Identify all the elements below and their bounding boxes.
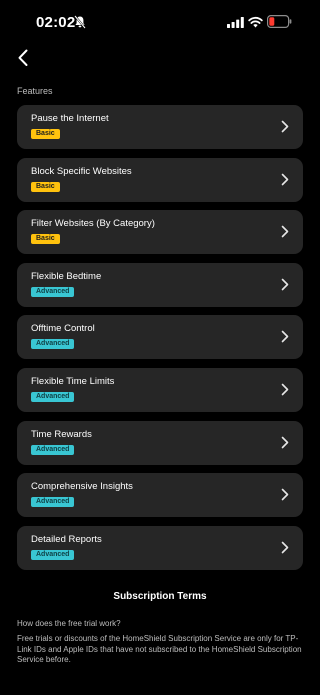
tier-badge: Basic — [31, 181, 60, 192]
wifi-icon — [248, 16, 263, 28]
back-button[interactable] — [12, 46, 36, 70]
feature-card[interactable]: Pause the Internet Basic — [17, 105, 303, 149]
chevron-right-icon — [281, 120, 289, 133]
feature-title: Block Specific Websites — [31, 165, 132, 177]
tier-badge: Advanced — [31, 286, 75, 297]
bell-off-icon — [74, 15, 86, 29]
tier-badge: Advanced — [31, 391, 75, 402]
tier-badge: Advanced — [31, 497, 75, 508]
feature-card[interactable]: Filter Websites (By Category) Basic — [17, 210, 303, 255]
chevron-right-icon — [281, 383, 289, 396]
feature-card[interactable]: Offtime Control Advanced — [17, 315, 303, 360]
feature-card[interactable]: Block Specific Websites Basic — [17, 157, 303, 202]
feature-title: Offtime Control — [31, 323, 95, 335]
feature-card[interactable]: Flexible Bedtime Advanced — [17, 262, 303, 307]
feature-card[interactable]: Time Rewards Advanced — [17, 420, 303, 465]
feature-title: Pause the Internet — [31, 113, 109, 124]
chevron-right-icon — [281, 225, 289, 238]
feature-card[interactable]: Comprehensive Insights Advanced — [17, 473, 303, 518]
subscription-terms-link[interactable]: Subscription Terms — [0, 591, 320, 602]
chevron-right-icon — [281, 541, 289, 554]
feature-title: Flexible Bedtime — [31, 270, 102, 282]
status-time: 02:02 — [36, 14, 76, 31]
feature-title: Filter Websites (By Category) — [31, 218, 155, 230]
battery-icon — [267, 15, 292, 28]
chevron-right-icon — [281, 488, 289, 501]
feature-title: Flexible Time Limits — [31, 375, 115, 387]
tier-badge: Advanced — [31, 339, 75, 350]
feature-card[interactable]: Flexible Time Limits Advanced — [17, 367, 303, 412]
chevron-right-icon — [281, 436, 289, 448]
chevron-right-icon — [281, 331, 289, 343]
feature-title: Time Rewards — [31, 428, 92, 440]
tier-badge: Advanced — [31, 549, 75, 560]
signal-icon — [227, 17, 244, 28]
tier-badge: Advanced — [31, 444, 75, 455]
chevron-right-icon — [281, 278, 289, 291]
feature-list: Pause the Internet Basic Block Specific We… — [17, 105, 303, 578]
feature-card[interactable]: Detailed Reports Advanced — [17, 525, 303, 570]
tier-badge: Basic — [31, 234, 60, 245]
tier-badge: Basic — [31, 129, 60, 139]
feature-title: Comprehensive Insights — [31, 481, 133, 493]
faq-question: How does the free trial work? — [17, 619, 121, 628]
features-section-label: Features — [17, 86, 53, 96]
chevron-right-icon — [281, 173, 289, 185]
status-bar: 02:02 — [0, 0, 320, 44]
feature-title: Detailed Reports — [31, 533, 102, 545]
faq-answer: Free trials or discounts of the HomeShie… — [17, 634, 302, 665]
